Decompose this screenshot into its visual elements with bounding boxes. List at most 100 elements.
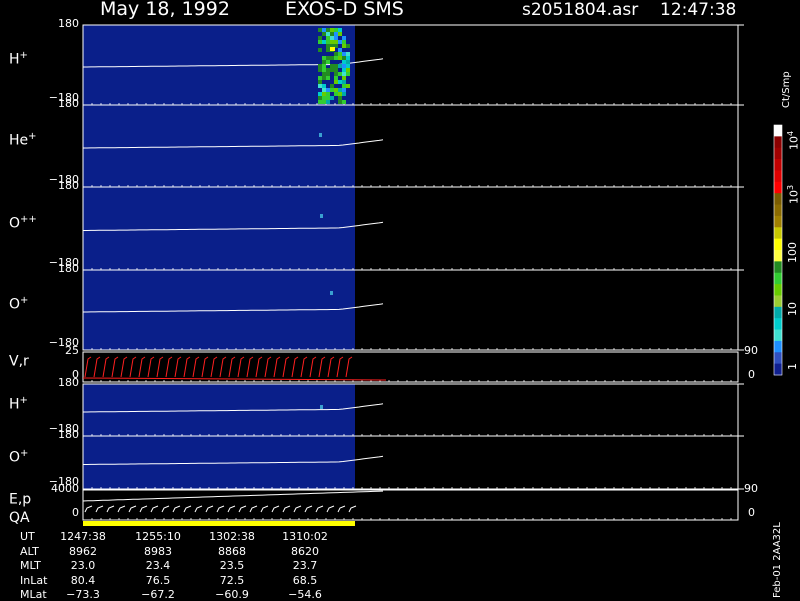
panel-5-velocity-sweep (219, 356, 227, 378)
h-plus-count-pixel (346, 72, 350, 76)
panel-5-velocity-sweep (246, 356, 254, 378)
colorbar-segment (774, 136, 782, 149)
colorbar-segment (774, 363, 782, 376)
h-plus-count-pixel (338, 28, 342, 32)
h-plus-count-pixel (318, 100, 322, 104)
ephemeris-cell: 68.5 (292, 574, 318, 587)
h-plus-count-pixel (334, 88, 338, 92)
ephemeris-row-label: UT (20, 530, 35, 543)
h-plus-count-pixel (338, 92, 342, 96)
ephemeris-row-label: InLat (20, 574, 48, 587)
ephemeris-cell: 1247:38 (60, 530, 106, 543)
plot-date: May 18, 1992 (100, 0, 230, 20)
h-plus-count-pixel (330, 96, 334, 100)
panel-5-velocity-sweep (102, 356, 110, 378)
h-plus-count-pixel (342, 76, 346, 80)
h-plus-count-pixel (330, 64, 334, 68)
h-plus-count-pixel (342, 72, 346, 76)
panel-8-energy-sweep (348, 505, 357, 513)
panel-5-velocity-sweep (309, 356, 317, 378)
h-plus-count-pixel (326, 56, 330, 60)
panel-5-velocity-sweep (264, 356, 272, 378)
qa-bar (83, 521, 355, 526)
h-plus-count-pixel (342, 68, 346, 72)
h-plus-count-pixel (334, 36, 338, 40)
panel-ymax-8: 4000 (51, 482, 79, 495)
h-plus-count-pixel (342, 52, 346, 56)
h-plus-count-pixel (326, 76, 330, 80)
h-plus-count-pixel (342, 60, 346, 64)
h-plus-count-pixel (318, 84, 322, 88)
h-plus-count-pixel (342, 56, 346, 60)
colorbar-unit: Ct/Smp (781, 71, 792, 108)
h-plus-count-pixel (338, 56, 342, 60)
ephemeris-cell: 23.7 (292, 559, 318, 572)
sms-spectrogram-plot (82, 24, 783, 526)
ephemeris-cell: 76.5 (145, 574, 171, 587)
panel-label-6: H+ (9, 395, 28, 413)
h-plus-count-pixel (330, 40, 334, 44)
panel-5-velocity-sweep (336, 356, 344, 378)
h-plus-count-pixel (334, 32, 338, 36)
colorbar-segment (774, 227, 782, 240)
ephemeris-cell: 80.4 (70, 574, 96, 587)
panel-label-8: E,p (9, 491, 32, 508)
h-plus-count-pixel (334, 28, 338, 32)
h-plus-count-pixel (326, 44, 330, 48)
panel-8-energy-sweep (95, 505, 104, 513)
h-plus-count-pixel (346, 44, 350, 48)
h-plus-count-pixel (334, 80, 338, 84)
panel-8-energy-sweep (227, 505, 236, 513)
panel-5-velocity-sweep (300, 356, 308, 378)
start-time: 12:47:38 (660, 0, 737, 20)
h-plus-count-pixel (334, 76, 338, 80)
panel-5-velocity-sweep (174, 356, 182, 378)
panel-5-velocity-sweep (228, 356, 236, 378)
h-plus-count-pixel (318, 28, 322, 32)
panel-label-1: H+ (9, 50, 28, 68)
panel-label-3: O++ (9, 213, 37, 232)
h-plus-count-pixel (346, 64, 350, 68)
ephemeris-row-label: ALT (20, 545, 39, 558)
h-plus-count-pixel (338, 88, 342, 92)
h-plus-count-pixel (334, 56, 338, 60)
panel-8-energy-sweep (249, 505, 258, 513)
panel-8-energy-sweep (337, 505, 346, 513)
panel-5-velocity-sweep (129, 356, 137, 378)
panel-ymax-3: 180 (58, 179, 79, 192)
h-plus-count-pixel (318, 76, 322, 80)
panel-5-velocity-sweep (120, 356, 128, 378)
ephemeris-cell: 23.4 (145, 559, 171, 572)
panel-8-energy-sweep (161, 505, 170, 513)
panel-5-velocity-sweep (201, 356, 209, 378)
colorbar-label-1: 1 (786, 363, 799, 370)
panel-8-energy-sweep (271, 505, 280, 513)
panel-5-velocity-sweep (84, 356, 92, 378)
colorbar-segment (774, 306, 782, 319)
h-plus-count-pixel (338, 48, 342, 52)
h-plus-count-pixel (338, 80, 342, 84)
panel-8-energy-sweep (150, 505, 159, 513)
panel-label-5: V,r (9, 353, 29, 370)
h-plus-count-pixel (326, 32, 330, 36)
panel-5-velocity-sweep (255, 356, 263, 378)
h-plus-count-pixel (330, 56, 334, 60)
panel-8-energy-sweep (106, 505, 115, 513)
h-plus-count-pixel (338, 64, 342, 68)
h-plus-count-pixel (318, 68, 322, 72)
h-plus-count-pixel (322, 60, 326, 64)
h-plus-count-pixel (330, 36, 334, 40)
h-plus-count-pixel (346, 52, 350, 56)
panel-5-velocity-sweep (282, 356, 290, 378)
colorbar-segment (774, 215, 782, 228)
h-plus-count-pixel (342, 44, 346, 48)
h-plus-count-pixel (330, 84, 334, 88)
h-plus-count-pixel (338, 96, 342, 100)
panel-ymax-7: 180 (58, 428, 79, 441)
h-plus-count-pixel (318, 40, 322, 44)
panel-right-min-5: 0 (748, 368, 755, 381)
h-plus-count-pixel (334, 40, 338, 44)
colorbar-segment (774, 204, 782, 217)
colorbar-segment (774, 238, 782, 251)
panel-5-velocity-sweep (345, 356, 353, 378)
